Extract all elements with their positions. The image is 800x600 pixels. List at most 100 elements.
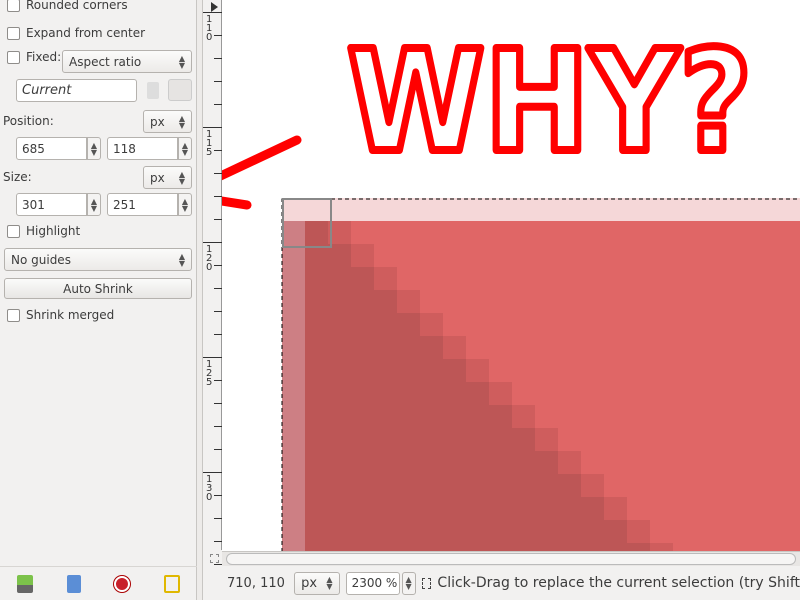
- reset-options-icon[interactable]: [164, 574, 181, 593]
- rounded-corners-checkbox[interactable]: [7, 0, 20, 12]
- position-y-value: 118: [113, 141, 136, 156]
- shrink-merged-checkbox[interactable]: [7, 308, 20, 322]
- fixed-checkbox[interactable]: [7, 50, 20, 64]
- position-x-spinner[interactable]: 685 ▲ ▼: [16, 137, 101, 160]
- scrollbar-thumb[interactable]: [226, 553, 796, 565]
- spin-buttons[interactable]: ▲ ▼: [178, 193, 192, 216]
- restore-options-icon[interactable]: [66, 574, 81, 593]
- fixed-value-input[interactable]: Current: [16, 79, 137, 102]
- ruler-tick: [214, 173, 222, 174]
- image-canvas[interactable]: WHY?: [222, 0, 800, 551]
- spin-buttons[interactable]: ▲ ▼: [178, 137, 192, 160]
- pointer-coordinates: 710, 110: [227, 575, 285, 591]
- ruler-tick: [214, 564, 222, 565]
- ruler-tick: [214, 380, 222, 381]
- size-unit-value: px: [150, 170, 165, 185]
- ruler-tick: [214, 104, 222, 105]
- auto-shrink-label: Auto Shrink: [63, 281, 133, 296]
- fixed-option[interactable]: Fixed:: [7, 50, 61, 64]
- ruler-label: 115: [206, 129, 213, 158]
- expand-from-center-label: Expand from center: [26, 26, 146, 40]
- ruler-label: 125: [206, 359, 213, 388]
- expand-from-center-option[interactable]: Expand from center: [7, 26, 145, 40]
- size-label: Size:: [3, 170, 32, 184]
- zoom-spin[interactable]: ▲ ▼: [401, 571, 416, 595]
- position-label: Position:: [3, 114, 54, 128]
- ruler-tick: [214, 495, 222, 496]
- spin-arrows-icon: ▲ ▼: [178, 169, 185, 186]
- image-pixel: [305, 497, 604, 520]
- horizontal-scrollbar[interactable]: [210, 551, 800, 566]
- image-pixel: [305, 474, 581, 497]
- ruler-tick: [214, 541, 222, 542]
- ruler-tick: [214, 403, 222, 404]
- image-pixel: [351, 244, 374, 267]
- save-options-icon[interactable]: [16, 574, 33, 593]
- spin-buttons[interactable]: ▲ ▼: [87, 137, 101, 160]
- ruler-label: 110: [206, 14, 213, 43]
- image-pixel: [305, 290, 397, 313]
- ruler-tick: [214, 449, 222, 450]
- ruler-tick: [214, 265, 222, 266]
- size-height-spinner[interactable]: 251 ▲ ▼: [107, 193, 192, 216]
- size-width-spinner[interactable]: 301 ▲ ▼: [16, 193, 101, 216]
- size-width-value: 301: [22, 197, 45, 212]
- position-unit-select[interactable]: px ▲ ▼: [143, 110, 192, 133]
- portrait-icon[interactable]: [147, 82, 159, 99]
- ruler-tick: [203, 242, 222, 243]
- image-pixel: [305, 543, 650, 551]
- size-height-value: 251: [113, 197, 136, 212]
- ruler-label: 130: [206, 474, 213, 503]
- image-pixel: [305, 313, 420, 336]
- image-pixel: [466, 359, 489, 382]
- image-pixel: [305, 267, 374, 290]
- image-pixel: [305, 520, 627, 543]
- position-x-input[interactable]: 685: [16, 137, 87, 160]
- highlight-option[interactable]: Highlight: [7, 224, 80, 238]
- position-y-spinner[interactable]: 118 ▲ ▼: [107, 137, 192, 160]
- auto-shrink-button[interactable]: Auto Shrink: [4, 278, 192, 299]
- ruler-tick: [214, 426, 222, 427]
- ruler-tick: [203, 472, 222, 473]
- shrink-merged-option[interactable]: Shrink merged: [7, 308, 114, 322]
- highlight-checkbox[interactable]: [7, 224, 20, 238]
- image-pixel: [627, 520, 650, 543]
- canvas-drawing: WHY?: [222, 17, 800, 551]
- image-pixel: [282, 221, 305, 551]
- rounded-corners-label: Rounded corners: [26, 0, 128, 12]
- size-width-input[interactable]: 301: [16, 193, 87, 216]
- guides-select[interactable]: No guides ▲ ▼: [4, 248, 192, 271]
- zoom-input[interactable]: 2300 %: [345, 571, 400, 595]
- image-pixel: [397, 290, 420, 313]
- fixed-mode-value: Aspect ratio: [69, 54, 142, 69]
- image-pixel: [512, 405, 535, 428]
- unit-select[interactable]: px ▲ ▼: [294, 571, 340, 595]
- why-annotation: WHY?: [347, 21, 752, 184]
- image-pixel: [443, 336, 466, 359]
- ruler-tick: [214, 81, 222, 82]
- image-pixel: [305, 405, 512, 428]
- image-pixel: [305, 451, 558, 474]
- rounded-corners-option[interactable]: Rounded corners: [7, 0, 128, 12]
- spin-arrows-icon: ▲ ▼: [178, 53, 185, 70]
- size-unit-select[interactable]: px ▲ ▼: [143, 166, 192, 189]
- arrow-annotation: [222, 135, 302, 210]
- delete-options-icon[interactable]: [114, 575, 131, 592]
- ruler-tick: [214, 311, 222, 312]
- image-pixel: [305, 336, 443, 359]
- ruler-tick: [214, 334, 222, 335]
- tool-options-panel: Rounded corners Expand from center Fixed…: [0, 0, 197, 600]
- expand-from-center-checkbox[interactable]: [7, 26, 20, 40]
- guides-value: No guides: [11, 252, 71, 267]
- position-y-input[interactable]: 118: [107, 137, 178, 160]
- ruler-tick: [214, 196, 222, 197]
- spin-buttons[interactable]: ▲ ▼: [87, 193, 101, 216]
- size-height-input[interactable]: 251: [107, 193, 178, 216]
- tool-options-bottom-bar: [0, 566, 197, 600]
- image-pixel: [305, 221, 328, 244]
- ruler-tick: [203, 127, 222, 128]
- quick-mask-icon[interactable]: [210, 554, 219, 563]
- landscape-icon[interactable]: [168, 79, 192, 101]
- zoom-select[interactable]: 2300 % ▲ ▼: [345, 571, 416, 595]
- fixed-mode-select[interactable]: Aspect ratio ▲ ▼: [62, 50, 192, 73]
